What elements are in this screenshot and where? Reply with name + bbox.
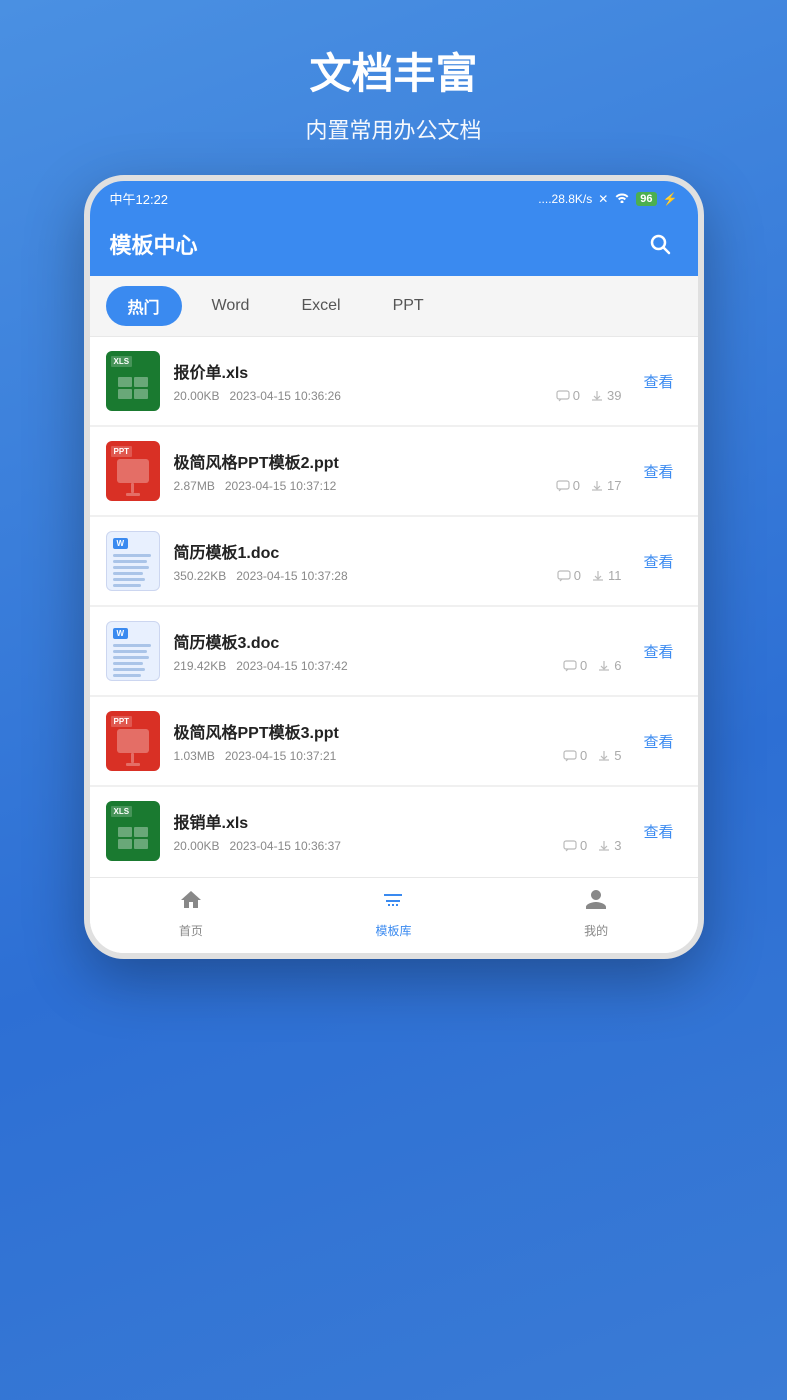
nav-home[interactable]: 首页 xyxy=(151,888,231,939)
view-button[interactable]: 查看 xyxy=(635,637,681,666)
file-item: XLS 报价单.xls 20.00KB 2023-04-15 10:36:26 xyxy=(90,337,698,425)
file-item: W 简历模板1.doc 350.22KB 2023-04-15 10:37:28 xyxy=(90,517,698,605)
nav-home-label: 首页 xyxy=(179,922,203,939)
file-stats: 0 11 xyxy=(557,568,622,583)
nav-mine[interactable]: 我的 xyxy=(556,888,636,939)
comment-count: 0 xyxy=(556,478,580,493)
download-count: 5 xyxy=(597,748,621,763)
file-stats: 0 5 xyxy=(563,748,621,763)
download-count: 6 xyxy=(597,658,621,673)
charging-icon: ⚡ xyxy=(663,192,678,206)
promo-title: 文档丰富 xyxy=(305,40,481,101)
battery-icon: 96 xyxy=(636,192,656,206)
phone-frame: 中午12:22 ....28.8K/s ✕ 96 ⚡ 模板中心 热门 Word … xyxy=(84,175,704,959)
file-size: 350.22KB xyxy=(174,569,227,583)
file-item: W 简历模板3.doc 219.42KB 2023-04-15 10:37:42 xyxy=(90,607,698,695)
doc-file-icon: W xyxy=(106,621,160,681)
file-stats: 0 17 xyxy=(556,478,622,493)
promo-subtitle: 内置常用办公文档 xyxy=(305,113,481,145)
file-size: 219.42KB xyxy=(174,659,227,673)
file-size: 2.87MB xyxy=(174,479,215,493)
nav-template[interactable]: 模板库 xyxy=(353,888,433,939)
tab-ppt[interactable]: PPT xyxy=(371,289,446,323)
file-date: 2023-04-15 10:37:42 xyxy=(236,659,347,673)
file-date: 2023-04-15 10:36:37 xyxy=(230,839,341,853)
doc-file-icon: W xyxy=(106,531,160,591)
file-info: 报价单.xls 20.00KB 2023-04-15 10:36:26 0 xyxy=(174,359,622,403)
file-item: PPT 极简风格PPT模板2.ppt 2.87MB 2023-04-15 10:… xyxy=(90,427,698,515)
comment-count: 0 xyxy=(557,568,581,583)
file-item: XLS 报销单.xls 20.00KB 2023-04-15 10:36:37 xyxy=(90,787,698,875)
nav-template-label: 模板库 xyxy=(375,922,411,939)
file-date: 2023-04-15 10:37:12 xyxy=(225,479,336,493)
comment-count: 0 xyxy=(563,838,587,853)
view-button[interactable]: 查看 xyxy=(635,817,681,846)
view-button[interactable]: 查看 xyxy=(635,547,681,576)
nav-mine-label: 我的 xyxy=(584,922,608,939)
file-name: 极简风格PPT模板3.ppt xyxy=(174,719,622,743)
file-meta: 350.22KB 2023-04-15 10:37:28 0 xyxy=(174,568,622,583)
file-stats: 0 3 xyxy=(563,838,621,853)
view-button[interactable]: 查看 xyxy=(635,457,681,486)
wifi-icon xyxy=(614,191,630,206)
file-info: 简历模板3.doc 219.42KB 2023-04-15 10:37:42 0 xyxy=(174,629,622,673)
ppt-file-icon: PPT xyxy=(106,441,160,501)
file-date: 2023-04-15 10:37:21 xyxy=(225,749,336,763)
file-meta: 20.00KB 2023-04-15 10:36:26 0 xyxy=(174,388,622,403)
tab-excel[interactable]: Excel xyxy=(279,289,362,323)
tabs-bar: 热门 Word Excel PPT xyxy=(90,276,698,337)
file-size: 20.00KB xyxy=(174,839,220,853)
view-button[interactable]: 查看 xyxy=(635,367,681,396)
comment-count: 0 xyxy=(563,748,587,763)
file-size: 1.03MB xyxy=(174,749,215,763)
file-stats: 0 6 xyxy=(563,658,621,673)
mine-icon xyxy=(584,888,608,918)
file-meta: 20.00KB 2023-04-15 10:36:37 0 xyxy=(174,838,622,853)
view-button[interactable]: 查看 xyxy=(635,727,681,756)
file-info: 简历模板1.doc 350.22KB 2023-04-15 10:37:28 0 xyxy=(174,539,622,583)
comment-count: 0 xyxy=(556,388,580,403)
ppt-file-icon: PPT xyxy=(106,711,160,771)
file-name: 极简风格PPT模板2.ppt xyxy=(174,449,622,473)
file-name: 报价单.xls xyxy=(174,359,622,383)
download-count: 11 xyxy=(591,568,622,583)
network-icon: ✕ xyxy=(598,192,608,206)
file-stats: 0 39 xyxy=(556,388,622,403)
file-item: PPT 极简风格PPT模板3.ppt 1.03MB 2023-04-15 10:… xyxy=(90,697,698,785)
file-date: 2023-04-15 10:36:26 xyxy=(230,389,341,403)
home-icon xyxy=(179,888,203,918)
file-name: 简历模板1.doc xyxy=(174,539,622,563)
search-button[interactable] xyxy=(642,226,678,262)
file-meta: 219.42KB 2023-04-15 10:37:42 0 xyxy=(174,658,622,673)
file-meta: 2.87MB 2023-04-15 10:37:12 0 xyxy=(174,478,622,493)
status-right: ....28.8K/s ✕ 96 ⚡ xyxy=(538,191,677,206)
file-name: 简历模板3.doc xyxy=(174,629,622,653)
file-size: 20.00KB xyxy=(174,389,220,403)
file-meta: 1.03MB 2023-04-15 10:37:21 0 xyxy=(174,748,622,763)
app-header-title: 模板中心 xyxy=(110,228,198,260)
bottom-nav: 首页 模板库 我的 xyxy=(90,877,698,953)
tab-hot[interactable]: 热门 xyxy=(106,286,182,326)
file-date: 2023-04-15 10:37:28 xyxy=(236,569,347,583)
network-speed: ....28.8K/s xyxy=(538,192,592,206)
download-count: 39 xyxy=(590,388,621,403)
file-list: XLS 报价单.xls 20.00KB 2023-04-15 10:36:26 xyxy=(90,337,698,875)
file-info: 极简风格PPT模板3.ppt 1.03MB 2023-04-15 10:37:2… xyxy=(174,719,622,763)
download-count: 3 xyxy=(597,838,621,853)
file-name: 报销单.xls xyxy=(174,809,622,833)
xls-file-icon: XLS xyxy=(106,351,160,411)
app-header: 模板中心 xyxy=(90,216,698,276)
template-icon xyxy=(381,888,405,918)
file-info: 极简风格PPT模板2.ppt 2.87MB 2023-04-15 10:37:1… xyxy=(174,449,622,493)
status-time: 中午12:22 xyxy=(110,189,169,208)
promo-section: 文档丰富 内置常用办公文档 xyxy=(305,40,481,145)
download-count: 17 xyxy=(590,478,621,493)
file-info: 报销单.xls 20.00KB 2023-04-15 10:36:37 0 xyxy=(174,809,622,853)
xls-file-icon: XLS xyxy=(106,801,160,861)
comment-count: 0 xyxy=(563,658,587,673)
tab-word[interactable]: Word xyxy=(190,289,272,323)
status-bar: 中午12:22 ....28.8K/s ✕ 96 ⚡ xyxy=(90,181,698,216)
